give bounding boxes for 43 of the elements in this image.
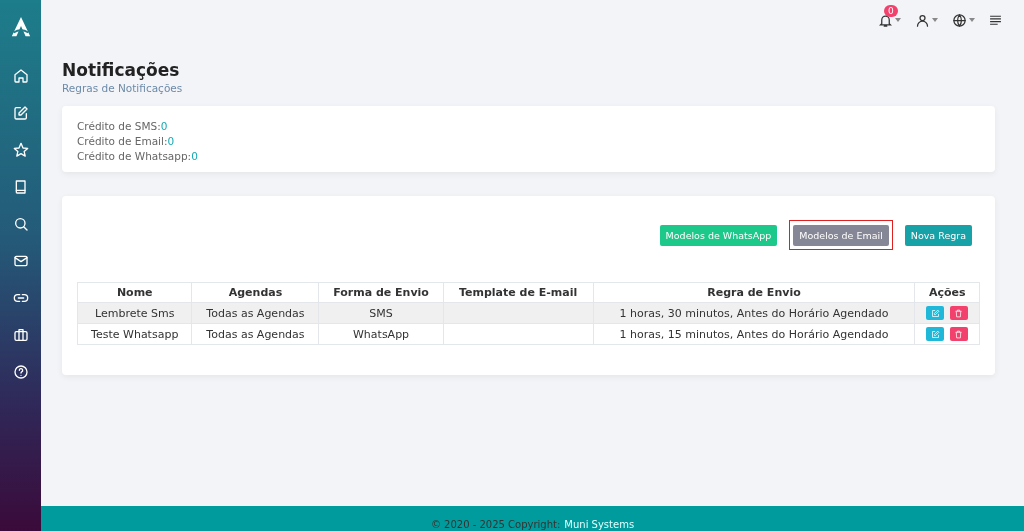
action-button[interactable]: Modelos de WhatsApp <box>659 225 778 246</box>
edit-icon <box>930 308 940 318</box>
action-button[interactable]: Modelos de Email <box>793 225 889 246</box>
help-icon[interactable] <box>12 364 29 380</box>
notification-count: 0 <box>884 4 898 17</box>
column-header: Nome <box>77 282 192 303</box>
logo-icon <box>9 16 32 38</box>
table-cell: Teste Whatsapp <box>77 323 192 345</box>
table-cell: Todas as Agendas <box>192 323 319 345</box>
delete-button[interactable] <box>949 327 968 341</box>
column-header: Forma de Envio <box>318 282 444 303</box>
star-icon[interactable] <box>12 142 29 158</box>
credit-line: Crédito de SMS:0 <box>77 120 169 132</box>
column-header: Regra de Envio <box>593 282 915 303</box>
briefcase-icon[interactable] <box>12 327 29 343</box>
table-cell: 1 horas, 15 minutos, Antes do Horário Agendado <box>593 323 915 345</box>
caret-icon <box>932 18 938 22</box>
page-subtitle: Regras de Notificações <box>62 82 184 94</box>
search-icon[interactable] <box>12 216 29 232</box>
table-cell: Lembrete Sms <box>77 302 192 324</box>
copyright-text: © 2020 - 2025 Copyright: <box>430 519 561 530</box>
action-button[interactable]: Nova Regra <box>904 225 972 246</box>
mail-icon[interactable] <box>12 253 29 269</box>
table-cell: 1 horas, 30 minutos, Antes do Horário Agendado <box>593 302 915 324</box>
credit-line: Crédito de Email:0 <box>77 135 176 147</box>
company-link[interactable]: Muni Systems <box>564 519 635 530</box>
user-icon[interactable] <box>915 12 930 28</box>
caret-icon <box>895 18 901 22</box>
trash-icon <box>954 308 964 318</box>
column-header: Agendas <box>192 282 319 303</box>
delete-button[interactable] <box>949 306 968 320</box>
table-cell: WhatsApp <box>318 323 444 345</box>
menu-icon[interactable] <box>989 13 1002 27</box>
column-header: Ações <box>914 282 980 303</box>
caret-icon <box>969 18 975 22</box>
home-icon[interactable] <box>12 68 29 84</box>
page-title: Notificações <box>62 60 181 80</box>
edit-icon[interactable] <box>12 105 29 121</box>
globe-icon[interactable] <box>952 12 967 28</box>
credit-line: Crédito de Whatsapp:0 <box>77 150 199 162</box>
trash-icon <box>954 329 964 339</box>
edit-icon <box>930 329 940 339</box>
column-header: Template de E-mail <box>443 282 593 303</box>
